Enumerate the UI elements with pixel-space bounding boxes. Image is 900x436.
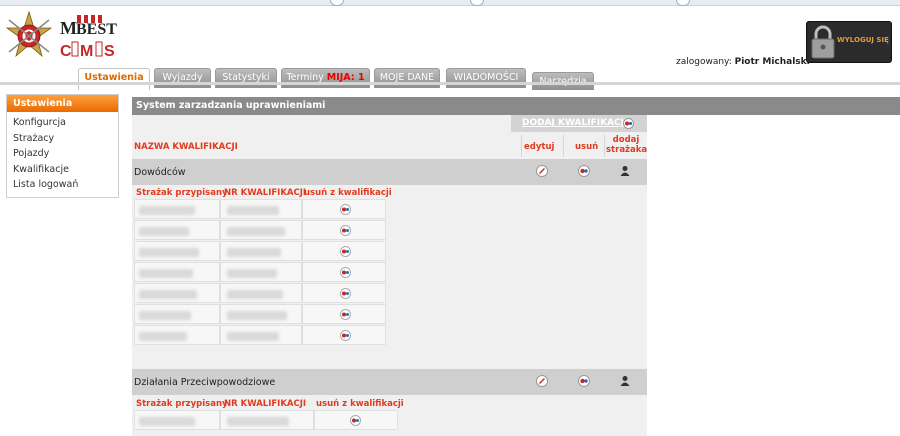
logged-in-info: zalogowany: Piotr Michalski bbox=[676, 57, 810, 67]
svg-text:M: M bbox=[60, 18, 77, 38]
redacted-value bbox=[227, 332, 279, 341]
add-qualification-link[interactable]: DODAJ KWALIFIKACJI bbox=[522, 118, 627, 128]
redacted-value bbox=[227, 417, 289, 426]
column-divider bbox=[563, 135, 564, 157]
tab-terminy[interactable]: Terminy MIJA: 1 bbox=[281, 68, 370, 88]
list-item bbox=[220, 262, 302, 282]
svg-text:M: M bbox=[80, 43, 93, 60]
svg-text:C: C bbox=[60, 43, 72, 60]
list-item bbox=[134, 241, 220, 261]
page-header: M BEST C M S zalogowany: Piotr Michalski… bbox=[0, 6, 900, 90]
logout-label: WYLOGUJ SIĘ bbox=[837, 36, 889, 44]
redacted-value bbox=[227, 269, 277, 278]
qualification-row: Dowódców bbox=[132, 159, 647, 185]
subheader-firefighter: Strażak przypisany bbox=[136, 188, 228, 198]
redacted-value bbox=[139, 290, 197, 299]
tab-narzedzia[interactable]: Narzędzia bbox=[532, 72, 594, 90]
svg-text:S: S bbox=[104, 43, 115, 60]
list-item bbox=[134, 220, 220, 240]
redacted-value bbox=[139, 206, 195, 215]
list-item bbox=[134, 262, 220, 282]
add-person-icon[interactable] bbox=[619, 165, 631, 177]
edit-icon[interactable] bbox=[536, 165, 548, 177]
column-divider bbox=[521, 135, 522, 157]
sidebar: Ustawienia Konfigurcja Strażacy Pojazdy … bbox=[6, 94, 119, 198]
tab-wyjazdy[interactable]: Wyjazdy bbox=[154, 68, 211, 88]
subheader-number: NR KWALIFIKACJI bbox=[224, 399, 307, 409]
subheader-remove: usuń z kwalifikacji bbox=[316, 399, 404, 409]
subheader-number: NR KWALIFIKACJI bbox=[224, 188, 307, 198]
fire-brigade-emblem-icon bbox=[5, 10, 53, 58]
redacted-value bbox=[227, 311, 287, 320]
tab-wiadomosci[interactable]: WIADOMOŚCI bbox=[446, 68, 526, 88]
delete-icon[interactable] bbox=[340, 309, 351, 320]
sidebar-item-konfiguracja[interactable]: Konfigurcja bbox=[7, 115, 118, 131]
svg-text:BEST: BEST bbox=[76, 21, 117, 38]
list-item bbox=[220, 410, 314, 430]
qualifications-panel: DODAJ KWALIFIKACJI NAZWA KWALIFIKACJI ed… bbox=[132, 115, 647, 436]
tab-ustawienia[interactable]: Ustawienia bbox=[78, 68, 150, 90]
lock-icon bbox=[811, 25, 835, 59]
redacted-value bbox=[139, 417, 195, 426]
tab-statystyki[interactable]: Statystyki bbox=[215, 68, 277, 88]
delete-icon[interactable] bbox=[578, 165, 590, 177]
redacted-value bbox=[227, 248, 281, 257]
list-item bbox=[134, 304, 220, 324]
header-divider bbox=[0, 82, 900, 85]
qualification-name: Działania Przeciwpowodziowe bbox=[134, 377, 276, 388]
list-item bbox=[220, 283, 302, 303]
delete-icon[interactable] bbox=[350, 415, 361, 426]
list-item bbox=[134, 199, 220, 219]
sidebar-item-lista-logowan[interactable]: Lista logowań bbox=[7, 177, 118, 193]
delete-icon[interactable] bbox=[340, 246, 351, 257]
delete-icon[interactable] bbox=[340, 204, 351, 215]
list-item bbox=[134, 283, 220, 303]
main-content: System zarzadzania uprawnieniami DODAJ K… bbox=[132, 97, 900, 436]
add-icon[interactable] bbox=[623, 118, 634, 129]
redacted-value bbox=[227, 227, 285, 236]
sidebar-item-pojazdy[interactable]: Pojazdy bbox=[7, 146, 118, 162]
qualification-row: Działania Przeciwpowodziowe bbox=[132, 369, 647, 395]
redacted-value bbox=[139, 269, 193, 278]
column-divider bbox=[604, 135, 605, 157]
sidebar-item-kwalifikacje[interactable]: Kwalifikacje bbox=[7, 162, 118, 178]
redacted-value bbox=[227, 290, 283, 299]
column-header-add-firefighter: dodaj strażaka bbox=[606, 135, 648, 155]
logged-in-user: Piotr Michalski bbox=[734, 57, 810, 67]
delete-icon[interactable] bbox=[578, 375, 590, 387]
list-item bbox=[220, 241, 302, 261]
redacted-value bbox=[139, 248, 199, 257]
add-qualification-row: DODAJ KWALIFIKACJI bbox=[511, 115, 647, 132]
list-item bbox=[220, 199, 302, 219]
redacted-value bbox=[139, 227, 189, 236]
list-item bbox=[220, 220, 302, 240]
mbest-cms-logo: M BEST C M S bbox=[60, 15, 117, 60]
qualification-name: Dowódców bbox=[134, 167, 186, 178]
subheader-remove: usuń z kwalifikacji bbox=[304, 188, 392, 198]
tab-moje-dane[interactable]: MOJE DANE bbox=[374, 68, 440, 88]
delete-icon[interactable] bbox=[340, 267, 351, 278]
subheader-firefighter: Strażak przypisany bbox=[136, 399, 228, 409]
sidebar-item-strazacy[interactable]: Strażacy bbox=[7, 131, 118, 147]
sidebar-header: Ustawienia bbox=[7, 95, 118, 112]
add-person-icon[interactable] bbox=[619, 375, 631, 387]
list-item bbox=[134, 410, 220, 430]
list-item bbox=[134, 325, 220, 345]
list-item bbox=[220, 304, 302, 324]
redacted-value bbox=[139, 311, 191, 320]
list-item bbox=[220, 325, 302, 345]
logged-in-label: zalogowany: bbox=[676, 57, 732, 67]
delete-icon[interactable] bbox=[340, 330, 351, 341]
logout-button[interactable]: WYLOGUJ SIĘ bbox=[806, 21, 892, 63]
redacted-value bbox=[227, 206, 279, 215]
delete-icon[interactable] bbox=[340, 225, 351, 236]
redacted-value bbox=[139, 332, 187, 341]
edit-icon[interactable] bbox=[536, 375, 548, 387]
page-title: System zarzadzania uprawnieniami bbox=[132, 97, 900, 115]
delete-icon[interactable] bbox=[340, 288, 351, 299]
